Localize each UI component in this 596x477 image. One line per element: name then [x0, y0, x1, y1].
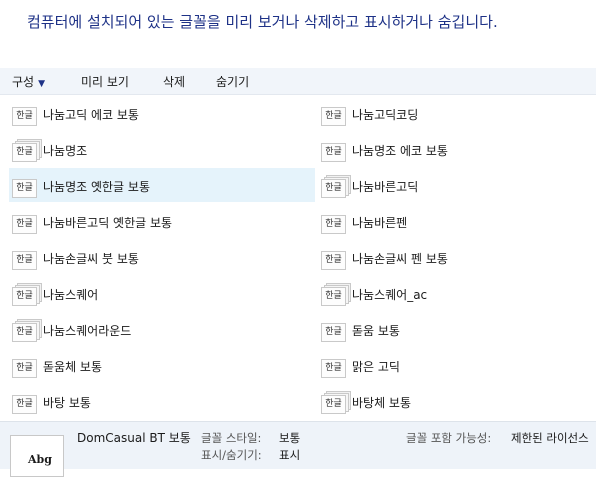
font-item-label: 나눔명조 에코 보통 [352, 144, 448, 158]
font-item[interactable]: 한글 나눔명조 에코 보통 [318, 132, 596, 166]
font-item-label: 나눔바른고딕 [352, 180, 419, 194]
chevron-down-icon: ▼ [38, 79, 46, 89]
font-family-stack-icon: 한글 [12, 139, 42, 162]
font-item[interactable]: 한글 나눔고딕 에코 보통 [9, 96, 315, 130]
font-item-label: 나눔바른고딕 옛한글 보통 [43, 216, 173, 230]
font-family-icon: 한글 [321, 211, 349, 234]
details-pane: Abg DomCasual BT 보통 글꼴 스타일: 보통 표시/숨기기: 표… [0, 421, 596, 477]
font-item[interactable]: 한글 나눔손글씨 붓 보통 [9, 240, 315, 274]
selected-font-name: DomCasual BT 보통 [77, 431, 191, 445]
font-family-icon: 한글 [321, 139, 349, 162]
font-item-label: 나눔명조 [43, 144, 88, 158]
font-item[interactable]: 한글 바탕 보통 [9, 384, 315, 418]
font-family-stack-icon: 한글 [321, 283, 351, 306]
font-item-label: 나눔명조 옛한글 보통 [43, 180, 150, 194]
font-item[interactable]: 한글 돋움 보통 [318, 312, 596, 346]
font-item-label: 돋움 보통 [352, 324, 400, 338]
hide-button[interactable]: 숨기기 [216, 73, 249, 90]
font-item[interactable]: 한글 나눔바른고딕 옛한글 보통 [9, 204, 315, 238]
font-item-label: 바탕 보통 [43, 396, 91, 410]
font-item-label: 나눔바른펜 [352, 216, 408, 230]
font-item[interactable]: 한글 돋움체 보통 [9, 348, 315, 382]
visibility-label: 표시/숨기기: [201, 448, 262, 462]
font-item[interactable]: 한글 나눔스퀘어_ac [318, 276, 596, 310]
font-item[interactable]: 한글 맑은 고딕 [318, 348, 596, 382]
font-family-stack-icon: 한글 [12, 283, 42, 306]
font-family-icon: 한글 [12, 355, 40, 378]
font-family-icon: 한글 [12, 247, 40, 270]
font-item[interactable]: 한글 나눔손글씨 펜 보통 [318, 240, 596, 274]
font-item-selected[interactable]: 한글 나눔명조 옛한글 보통 [9, 168, 315, 202]
font-list: 한글 나눔고딕 에코 보통 한글 나눔명조 한글 나눔명조 옛한글 보통 한글 … [0, 96, 596, 420]
font-item-label: 나눔손글씨 펜 보통 [352, 252, 448, 266]
font-item-label: 바탕체 보통 [352, 396, 412, 410]
font-item[interactable]: 한글 나눔스퀘어라운드 [9, 312, 315, 346]
font-family-icon: 한글 [12, 211, 40, 234]
font-family-icon: 한글 [321, 355, 349, 378]
delete-button[interactable]: 삭제 [163, 73, 185, 90]
font-item-label: 맑은 고딕 [352, 360, 400, 374]
font-family-stack-icon: 한글 [12, 319, 42, 342]
font-item-label: 나눔스퀘어라운드 [43, 324, 132, 338]
font-style-label: 글꼴 스타일: [201, 431, 262, 445]
preview-button[interactable]: 미리 보기 [81, 73, 129, 90]
font-family-icon: 한글 [12, 175, 40, 198]
font-family-icon: 한글 [321, 103, 349, 126]
font-family-stack-icon: 한글 [321, 175, 351, 198]
font-item-label: 돋움체 보통 [43, 360, 103, 374]
font-item-label: 나눔스퀘어_ac [352, 288, 428, 302]
embeddability-value: 제한된 라이선스 [511, 431, 589, 445]
font-preview-sample: Abg [28, 453, 52, 466]
font-family-icon: 한글 [12, 391, 40, 414]
font-item[interactable]: 한글 나눔바른고딕 [318, 168, 596, 202]
font-family-stack-icon: 한글 [321, 391, 351, 414]
font-item[interactable]: 한글 나눔스퀘어 [9, 276, 315, 310]
visibility-value: 표시 [279, 448, 301, 462]
page-description: 컴퓨터에 설치되어 있는 글꼴을 미리 보거나 삭제하고 표시하거나 숨깁니다. [27, 13, 498, 31]
font-item[interactable]: 한글 나눔명조 [9, 132, 315, 166]
organize-menu-button[interactable]: 구성 ▼ [12, 73, 45, 90]
font-item[interactable]: 한글 바탕체 보통 [318, 384, 596, 418]
toolbar: 구성 ▼ 미리 보기 삭제 숨기기 [0, 68, 596, 95]
font-item[interactable]: 한글 나눔고딕코딩 [318, 96, 596, 130]
font-item-label: 나눔고딕 에코 보통 [43, 108, 139, 122]
font-family-icon: 한글 [321, 247, 349, 270]
organize-label: 구성 [12, 75, 35, 89]
font-item[interactable]: 한글 나눔바른펜 [318, 204, 596, 238]
font-item-label: 나눔고딕코딩 [352, 108, 419, 122]
font-family-icon: 한글 [321, 319, 349, 342]
font-style-value: 보통 [279, 431, 301, 445]
font-family-icon: 한글 [12, 103, 40, 126]
font-item-label: 나눔손글씨 붓 보통 [43, 252, 139, 266]
font-preview-icon: Abg [10, 435, 64, 477]
font-item-label: 나눔스퀘어 [43, 288, 99, 302]
embeddability-label: 글꼴 포함 가능성: [406, 431, 492, 445]
